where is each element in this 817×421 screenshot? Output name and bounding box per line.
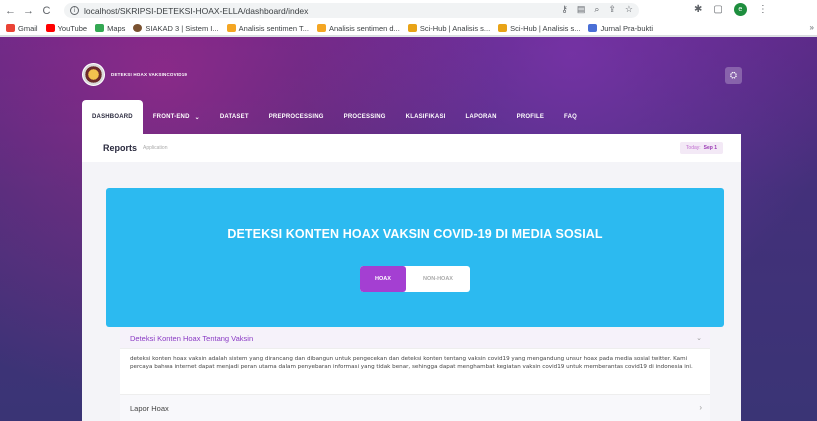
document-e-icon: [226, 24, 236, 32]
accordion-title: Deteksi Konten Hoax Tentang Vaksin: [130, 333, 254, 343]
tab-non-hoax[interactable]: NON-HOAX: [406, 266, 470, 292]
raven-icon: [498, 24, 508, 32]
site-info-icon[interactable]: i: [70, 6, 79, 15]
gmail-icon: [6, 24, 15, 32]
bookmark-gmail[interactable]: Gmail: [6, 24, 38, 33]
menu-processing[interactable]: PROCESSING: [334, 100, 396, 134]
zoom-icon[interactable]: ⌕: [594, 4, 599, 15]
user-profile-button[interactable]: ⛭: [725, 67, 742, 84]
chevron-down-icon: ⌄: [194, 114, 200, 121]
raven-icon: [407, 24, 417, 32]
menu-front-end[interactable]: FRONT-END ⌄: [143, 100, 210, 134]
siakad-icon: [133, 24, 143, 32]
browser-toolbar: ← → C i localhost/SKRIPSI-DETEKSI-HOAX-E…: [0, 0, 817, 21]
menu-laporan[interactable]: LAPORAN: [456, 100, 507, 134]
bookmark-siakad[interactable]: SIAKAD 3 | Sistem I...: [133, 24, 219, 33]
chevron-down-icon: ⌄: [696, 335, 702, 342]
youtube-icon: [45, 24, 55, 32]
menu-klasifikasi[interactable]: KLASIFIKASI: [396, 100, 456, 134]
password-key-icon[interactable]: ⚷: [561, 4, 568, 15]
menu-faq[interactable]: FAQ: [554, 100, 587, 134]
bookmark-analisis-2[interactable]: Analisis sentimen d...: [316, 24, 400, 33]
main-content: Reports Application Today: Sep 1 DETEKSI …: [82, 134, 741, 421]
forward-icon[interactable]: →: [21, 3, 36, 18]
bookmark-youtube[interactable]: YouTube: [45, 24, 87, 33]
bookmark-scihub-1[interactable]: Sci-Hub | Analisis s...: [407, 24, 490, 33]
main-menu: DASHBOARD FRONT-END ⌄ DATASET PREPROCESSI…: [82, 100, 587, 134]
document-e-icon: [316, 24, 326, 32]
page-subtitle: Application: [143, 145, 168, 151]
back-icon[interactable]: ←: [3, 3, 18, 18]
menu-kebab-icon[interactable]: ⋮: [758, 4, 768, 15]
today-badge[interactable]: Today: Sep 1: [679, 142, 723, 154]
menu-preprocessing[interactable]: PREPROCESSING: [259, 100, 334, 134]
translate-icon[interactable]: ▤: [577, 4, 586, 15]
faq-accordion: Deteksi Konten Hoax Tentang Vaksin ⌄ det…: [120, 328, 710, 421]
bookmark-analisis-1[interactable]: Analisis sentimen T...: [226, 24, 309, 33]
hero-banner: DETEKSI KONTEN HOAX VAKSIN COVID-19 DI M…: [106, 188, 724, 327]
brand-name: DETEKSI HOAX VAKSINCOVID19: [111, 72, 188, 77]
menu-profile[interactable]: PROFILE: [507, 100, 554, 134]
address-bar[interactable]: i localhost/SKRIPSI-DETEKSI-HOAX-ELLA/da…: [64, 3, 639, 18]
url-text: localhost/SKRIPSI-DETEKSI-HOAX-ELLA/dash…: [84, 5, 309, 16]
extensions-icon[interactable]: ✱: [694, 4, 702, 15]
journal-icon: [588, 24, 598, 32]
reports-bar: Reports Application Today: Sep 1: [82, 134, 741, 162]
tab-hoax[interactable]: HOAX: [360, 266, 406, 292]
hoax-tabs: HOAX NON-HOAX: [360, 266, 470, 292]
bookmarks-overflow-icon[interactable]: »: [810, 23, 814, 32]
bookmarks-bar: Gmail YouTube Maps SIAKAD 3 | Sistem I..…: [0, 21, 817, 36]
maps-pin-icon: [95, 24, 105, 32]
bookmark-scihub-2[interactable]: Sci-Hub | Analisis s...: [498, 24, 580, 33]
bookmark-maps[interactable]: Maps: [95, 24, 125, 33]
menu-dataset[interactable]: DATASET: [210, 100, 259, 134]
profile-avatar[interactable]: e: [733, 3, 747, 16]
accordion-title: Lapor Hoax: [130, 403, 169, 413]
user-icon: ⛭: [729, 70, 738, 80]
hero-title: DETEKSI KONTEN HOAX VAKSIN COVID-19 DI M…: [227, 227, 603, 241]
menu-dashboard[interactable]: DASHBOARD: [82, 100, 143, 134]
bookmark-star-icon[interactable]: ☆: [625, 4, 633, 15]
share-icon[interactable]: ⇪: [608, 4, 616, 15]
chevron-right-icon: ›: [699, 403, 702, 412]
page-title: Reports: [103, 143, 138, 153]
accordion-header-lapor[interactable]: Lapor Hoax ›: [120, 394, 710, 421]
bookmark-jurnal[interactable]: Jurnal Pra-bukti: [588, 24, 653, 33]
accordion-header-deteksi[interactable]: Deteksi Konten Hoax Tentang Vaksin ⌄: [120, 328, 710, 349]
side-panel-icon[interactable]: ▢: [713, 4, 722, 15]
accordion-body: deteksi konten hoax vaksin adalah sistem…: [130, 356, 693, 371]
brand[interactable]: DETEKSI HOAX VAKSINCOVID19: [82, 63, 187, 86]
university-logo: [82, 63, 105, 86]
web-page: DETEKSI HOAX VAKSINCOVID19 ⛭ DASHBOARD F…: [0, 37, 817, 421]
reload-icon[interactable]: C: [39, 3, 54, 18]
